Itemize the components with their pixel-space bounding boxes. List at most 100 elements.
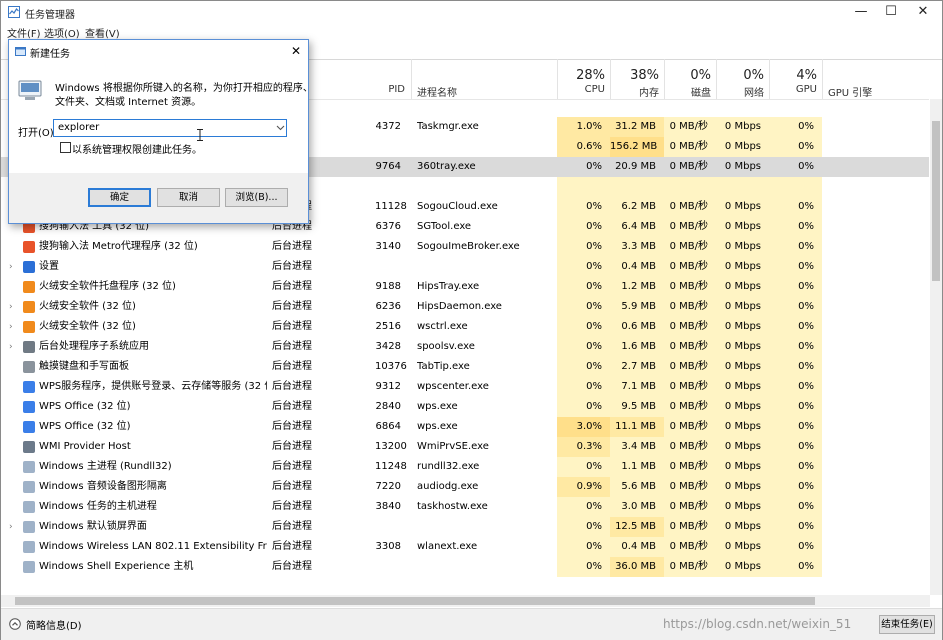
ok-button[interactable]: 确定 <box>88 188 151 207</box>
open-combobox[interactable]: explorer <box>53 119 287 137</box>
window-icon <box>23 541 35 553</box>
cell-network: 0 Mbps <box>716 437 769 457</box>
cell-memory: 1.6 MB <box>610 337 664 357</box>
table-row[interactable]: 触摸键盘和手写面板 后台进程 10376 TabTip.exe 0% 2.7 MB 0 MB… <box>1 357 929 377</box>
vertical-scrollbar[interactable] <box>930 99 942 595</box>
cell-memory: 1.2 MB <box>610 277 664 297</box>
table-row[interactable]: Windows Wireless LAN 802.11 Extensibilit… <box>1 537 929 557</box>
cell-memory: 5.9 MB <box>610 297 664 317</box>
table-row[interactable]: 搜狗输入法 Metro代理程序 (32 位) 后台进程 3140 SogouImeBr… <box>1 237 929 257</box>
column-disk[interactable]: 0% 磁盘 <box>664 59 717 99</box>
expand-chevron-icon[interactable]: › <box>9 517 13 537</box>
table-row[interactable]: WPS服务程序，提供账号登录、云存储等服务 (32 位) 后台进程 9312 wpsc… <box>1 377 929 397</box>
table-row[interactable]: WPS Office (32 位) 后台进程 2840 wps.exe 0% 9.5 MB… <box>1 397 929 417</box>
cell-disk: 0 MB/秒 <box>664 197 716 217</box>
cell-network: 0 Mbps <box>716 357 769 377</box>
admin-checkbox[interactable] <box>60 142 71 153</box>
window-icon <box>23 521 35 533</box>
cell-memory: 31.2 MB <box>610 117 664 137</box>
table-row[interactable]: 火绒安全软件托盘程序 (32 位) 后台进程 9188 HipsTray.exe 0% 1… <box>1 277 929 297</box>
cell-disk: 0 MB/秒 <box>664 497 716 517</box>
cell-pid: 6376 <box>375 221 401 232</box>
task-manager-window: 任务管理器 — ☐ ✕ 文件(F) 选项(O) 查看(V) PID 进程名称 2… <box>0 0 943 640</box>
table-row[interactable]: Windows 音频设备图形隔离 后台进程 7220 audiodg.exe 0.9% 5… <box>1 477 929 497</box>
cell-network: 0 Mbps <box>716 557 769 577</box>
column-process-name[interactable]: 进程名称 <box>411 59 558 99</box>
table-row[interactable]: Windows 主进程 (Rundll32) 后台进程 11248 rundll32.… <box>1 457 929 477</box>
table-row[interactable]: › 火绒安全软件 (32 位) 后台进程 2516 wsctrl.exe 0% 0.6 MB… <box>1 317 929 337</box>
column-memory[interactable]: 38% 内存 <box>610 59 665 99</box>
table-row[interactable]: WPS Office (32 位) 后台进程 6864 wps.exe 3.0% 11.1… <box>1 417 929 437</box>
cell-gpu: 0% <box>769 397 822 417</box>
printer-icon <box>23 341 35 353</box>
expand-chevron-icon[interactable]: › <box>9 257 13 277</box>
table-row[interactable]: WMI Provider Host 后台进程 13200 WmiPrvSE.exe 0.… <box>1 437 929 457</box>
process-status: 后台进程 <box>272 361 312 372</box>
horizontal-scroll-thumb[interactable] <box>15 597 815 605</box>
browse-button[interactable]: 浏览(B)... <box>225 188 288 207</box>
cell-network: 0 Mbps <box>716 377 769 397</box>
cell-pid: 7220 <box>375 481 401 492</box>
open-label: 打开(O): <box>18 128 58 139</box>
cell-network: 0 Mbps <box>716 317 769 337</box>
cell-memory: 2.7 MB <box>610 357 664 377</box>
cell-gpu: 0% <box>769 417 822 437</box>
cell-memory: 9.5 MB <box>610 397 664 417</box>
process-display-name: WPS服务程序，提供账号登录、云存储等服务 (32 位) <box>39 381 267 392</box>
cell-disk: 0 MB/秒 <box>664 437 716 457</box>
process-status: 后台进程 <box>272 441 312 452</box>
cancel-button[interactable]: 取消 <box>157 188 220 207</box>
close-button[interactable]: ✕ <box>904 1 942 23</box>
cell-cpu: 0% <box>557 297 610 317</box>
column-gpu[interactable]: 4% GPU <box>769 59 823 99</box>
cell-network: 0 Mbps <box>716 337 769 357</box>
cell-disk: 0 MB/秒 <box>664 237 716 257</box>
admin-checkbox-label: 以系统管理权限创建此任务。 <box>72 145 202 156</box>
cell-cpu: 0% <box>557 457 610 477</box>
vertical-scroll-thumb[interactable] <box>932 121 940 281</box>
column-network[interactable]: 0% 网络 <box>716 59 770 99</box>
table-row[interactable]: Windows Shell Experience 主机 后台进程 0% 36.0 MB… <box>1 557 929 577</box>
new-task-dialog: 新建任务 ✕ Windows 将根据你所键入的名称，为你打开相应的程序、 文件夹… <box>8 39 313 224</box>
expand-chevron-icon[interactable]: › <box>9 297 13 317</box>
cell-cpu: 0% <box>557 497 610 517</box>
table-row[interactable]: Windows 任务的主机进程 后台进程 3840 taskhostw.exe 0% 3.… <box>1 497 929 517</box>
end-task-button[interactable]: 结束任务(E) <box>879 615 935 634</box>
menu-file[interactable]: 文件(F) <box>7 25 41 40</box>
menu-options[interactable]: 选项(O) <box>44 25 80 40</box>
cell-process-name: spoolsv.exe <box>417 341 475 352</box>
open-input[interactable]: explorer <box>58 122 99 133</box>
column-pid[interactable]: PID <box>375 59 411 99</box>
horizontal-scrollbar[interactable] <box>1 595 930 607</box>
cell-process-name: HipsTray.exe <box>417 281 480 292</box>
cell-memory: 5.6 MB <box>610 477 664 497</box>
process-display-name: 火绒安全软件 (32 位) <box>39 301 136 312</box>
chevron-down-icon[interactable] <box>276 125 285 131</box>
column-gpu-engine[interactable]: GPU 引擎 <box>822 59 930 99</box>
expand-chevron-icon[interactable]: › <box>9 317 13 337</box>
cell-process-name: wps.exe <box>417 421 458 432</box>
cell-process-name: 360tray.exe <box>417 161 476 172</box>
cell-network: 0 Mbps <box>716 277 769 297</box>
text-cursor-icon <box>197 129 203 141</box>
expand-chevron-icon[interactable]: › <box>9 337 13 357</box>
cell-gpu <box>769 177 822 197</box>
table-row[interactable]: › 后台处理程序子系统应用 后台进程 3428 spoolsv.exe 0% 1.6 MB 0… <box>1 337 929 357</box>
menu-bar: 文件(F) 选项(O) 查看(V) <box>1 23 942 40</box>
cell-process-name: SGTool.exe <box>417 221 472 232</box>
cell-network: 0 Mbps <box>716 197 769 217</box>
table-row[interactable]: › Windows 默认锁屏界面 后台进程 0% 12.5 MB 0 MB/秒 0 Mbps… <box>1 517 929 537</box>
cell-network: 0 Mbps <box>716 477 769 497</box>
cell-disk: 0 MB/秒 <box>664 217 716 237</box>
cell-network: 0 Mbps <box>716 297 769 317</box>
cell-memory: 20.9 MB <box>615 161 656 172</box>
cell-memory: 12.5 MB <box>610 517 664 537</box>
dialog-close-button[interactable]: ✕ <box>287 42 305 60</box>
table-row[interactable]: › 设置 后台进程 0% 0.4 MB 0 MB/秒 0 Mbps 0% <box>1 257 929 277</box>
table-row[interactable]: › 火绒安全软件 (32 位) 后台进程 6236 HipsDaemon.exe 0% 5.… <box>1 297 929 317</box>
column-cpu[interactable]: 28% CPU <box>557 59 611 99</box>
cell-process-name: wsctrl.exe <box>417 321 468 332</box>
cell-gpu: 0% <box>769 437 822 457</box>
cell-gpu: 0% <box>769 457 822 477</box>
menu-view[interactable]: 查看(V) <box>85 25 120 40</box>
